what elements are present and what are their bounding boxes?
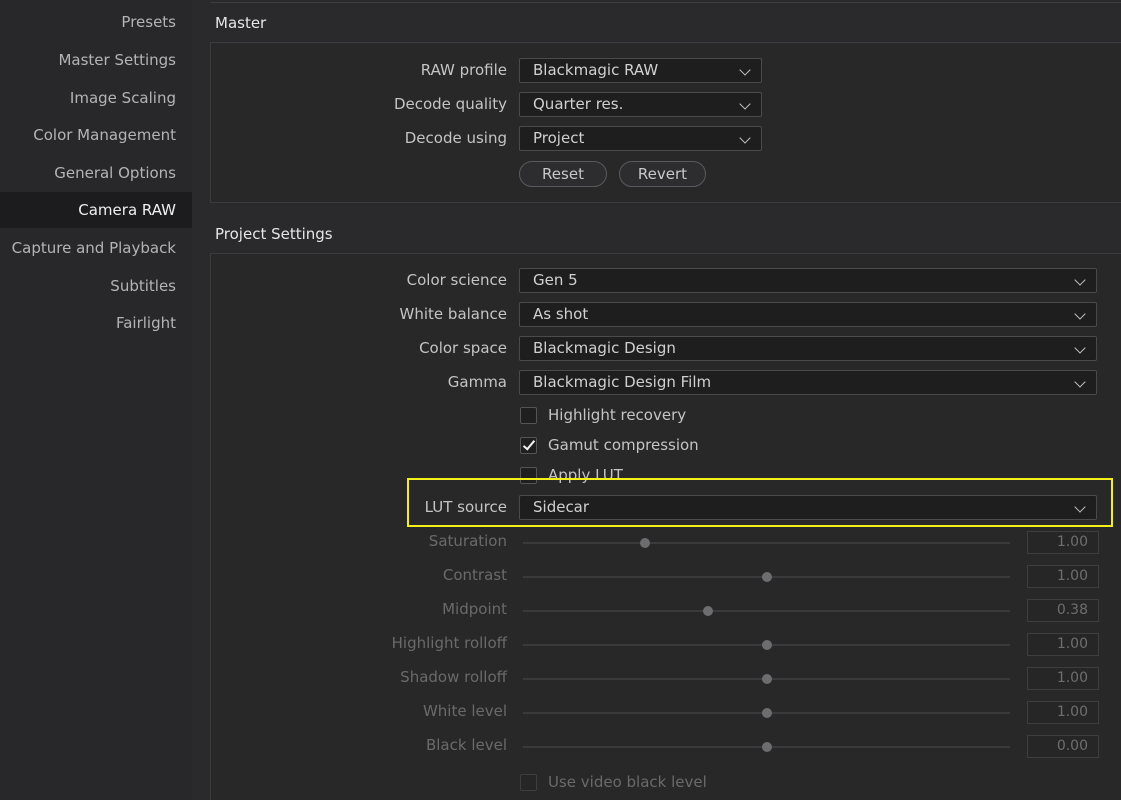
use-video-black-level-checkbox[interactable] bbox=[520, 774, 537, 791]
color-science-value: Gen 5 bbox=[533, 271, 578, 289]
chevron-down-icon bbox=[739, 64, 751, 76]
raw-profile-label: RAW profile bbox=[420, 61, 507, 79]
use-video-black-level-label: Use video black level bbox=[548, 773, 707, 791]
shadow-rolloff-value-field[interactable]: 1.00 bbox=[1027, 667, 1099, 690]
sidebar-item-presets[interactable]: Presets bbox=[0, 4, 192, 40]
white-level-value-field[interactable]: 1.00 bbox=[1027, 701, 1099, 724]
white-balance-value: As shot bbox=[533, 305, 589, 323]
midpoint-slider-handle[interactable] bbox=[703, 606, 714, 616]
decode-quality-value: Quarter res. bbox=[533, 95, 624, 113]
shadow-rolloff-label: Shadow rolloff bbox=[400, 668, 507, 686]
color-space-select[interactable]: Blackmagic Design bbox=[519, 336, 1097, 361]
sidebar-item-fairlight[interactable]: Fairlight bbox=[0, 305, 192, 341]
sidebar-item-camera-raw[interactable]: Camera RAW bbox=[0, 192, 192, 228]
highlight-rolloff-label: Highlight rolloff bbox=[391, 634, 507, 652]
saturation-slider-handle[interactable] bbox=[639, 538, 650, 548]
gamma-value: Blackmagic Design Film bbox=[533, 373, 712, 391]
chevron-down-icon bbox=[1074, 308, 1086, 320]
black-level-slider-handle[interactable] bbox=[761, 742, 772, 752]
gamut-compression-label: Gamut compression bbox=[548, 436, 699, 454]
white-level-label: White level bbox=[422, 702, 507, 720]
contrast-slider-handle[interactable] bbox=[761, 572, 772, 582]
color-space-value: Blackmagic Design bbox=[533, 339, 676, 357]
chevron-down-icon bbox=[739, 132, 751, 144]
saturation-value-field[interactable]: 1.00 bbox=[1027, 531, 1099, 554]
black-level-label: Black level bbox=[425, 736, 507, 754]
chevron-down-icon bbox=[1074, 342, 1086, 354]
gamma-select[interactable]: Blackmagic Design Film bbox=[519, 370, 1097, 395]
sidebar-item-color-management[interactable]: Color Management bbox=[0, 117, 192, 153]
color-space-label: Color space bbox=[419, 339, 507, 357]
black-level-value-field[interactable]: 0.00 bbox=[1027, 735, 1099, 758]
contrast-value-field[interactable]: 1.00 bbox=[1027, 565, 1099, 588]
chevron-down-icon bbox=[1074, 274, 1086, 286]
sidebar-item-master-settings[interactable]: Master Settings bbox=[0, 42, 192, 78]
project-settings-section-title: Project Settings bbox=[215, 225, 333, 243]
sidebar-item-image-scaling[interactable]: Image Scaling bbox=[0, 80, 192, 116]
master-section-title: Master bbox=[215, 14, 267, 32]
shadow-rolloff-slider-handle[interactable] bbox=[761, 674, 772, 684]
midpoint-label: Midpoint bbox=[442, 600, 507, 618]
sidebar-item-capture-and-playback[interactable]: Capture and Playback bbox=[0, 230, 192, 266]
divider bbox=[210, 2, 1121, 3]
color-science-label: Color science bbox=[406, 271, 507, 289]
sidebar-item-subtitles[interactable]: Subtitles bbox=[0, 268, 192, 304]
decode-using-label: Decode using bbox=[404, 129, 507, 147]
checkmark-icon bbox=[522, 437, 536, 451]
sidebar-item-general-options[interactable]: General Options bbox=[0, 155, 192, 191]
contrast-label: Contrast bbox=[442, 566, 507, 584]
highlight-box bbox=[407, 478, 1113, 527]
gamma-label: Gamma bbox=[447, 373, 507, 391]
highlight-recovery-label: Highlight recovery bbox=[548, 406, 687, 424]
saturation-label: Saturation bbox=[428, 532, 507, 550]
decode-quality-select[interactable]: Quarter res. bbox=[519, 92, 762, 117]
midpoint-slider-track[interactable] bbox=[523, 610, 1010, 612]
highlight-rolloff-value-field[interactable]: 1.00 bbox=[1027, 633, 1099, 656]
revert-button[interactable]: Revert bbox=[619, 161, 706, 187]
raw-profile-select[interactable]: Blackmagic RAW bbox=[519, 58, 762, 83]
chevron-down-icon bbox=[739, 98, 751, 110]
decode-using-value: Project bbox=[533, 129, 585, 147]
white-balance-label: White balance bbox=[399, 305, 507, 323]
saturation-slider-track[interactable] bbox=[523, 542, 1010, 544]
color-science-select[interactable]: Gen 5 bbox=[519, 268, 1097, 293]
decode-quality-label: Decode quality bbox=[393, 95, 507, 113]
midpoint-value-field[interactable]: 0.38 bbox=[1027, 599, 1099, 622]
highlight-rolloff-slider-handle[interactable] bbox=[761, 640, 772, 650]
white-level-slider-handle[interactable] bbox=[761, 708, 772, 718]
white-balance-select[interactable]: As shot bbox=[519, 302, 1097, 327]
decode-using-select[interactable]: Project bbox=[519, 126, 762, 151]
raw-profile-value: Blackmagic RAW bbox=[533, 61, 659, 79]
chevron-down-icon bbox=[1074, 376, 1086, 388]
reset-button[interactable]: Reset bbox=[519, 161, 607, 187]
gamut-compression-checkbox[interactable] bbox=[520, 437, 537, 454]
highlight-recovery-checkbox[interactable] bbox=[520, 407, 537, 424]
settings-sidebar: Presets Master Settings Image Scaling Co… bbox=[0, 0, 192, 800]
